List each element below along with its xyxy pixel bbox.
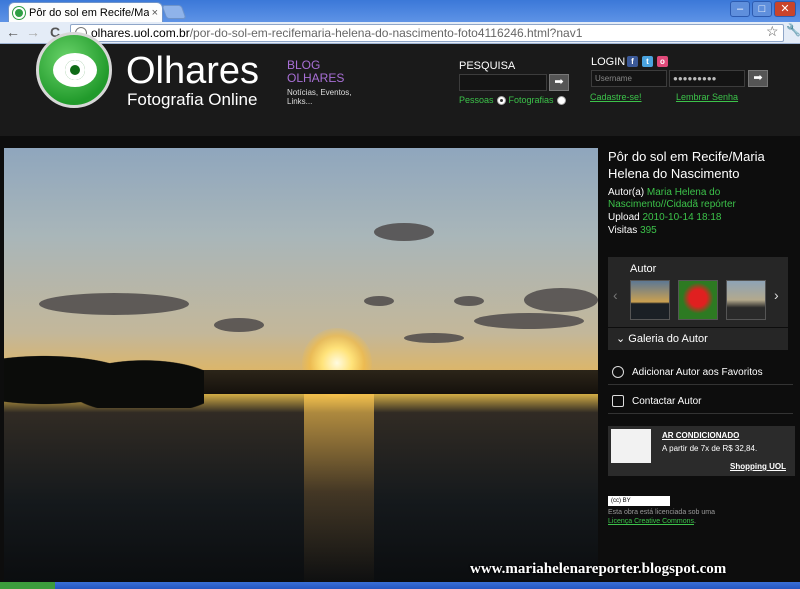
upload-label: Upload: [608, 212, 640, 223]
upload-date: 2010-10-14 18:18: [642, 212, 722, 223]
brand-tagline: Fotografia Online: [127, 90, 258, 109]
address-bar[interactable]: olhares.uol.com.br/por-do-sol-em-recifem…: [70, 24, 784, 42]
author-gallery-toggle[interactable]: ⌄ Galeria do Autor: [608, 328, 788, 350]
password-field[interactable]: ●●●●●●●●●: [669, 70, 745, 87]
olhares-logo-icon[interactable]: [36, 32, 112, 108]
browser-tab[interactable]: Pôr do sol em Recife/Maria Hel ×: [8, 2, 163, 22]
radio-pessoas-label: Pessoas: [459, 95, 494, 105]
favicon-icon: [13, 6, 25, 19]
page-content: Olhares Fotografia Online BLOG OLHARES N…: [0, 32, 800, 589]
next-arrow-icon[interactable]: ›: [774, 287, 779, 303]
watermark-text: www.mariahelenareporter.blogspot.com: [470, 561, 727, 577]
url-path: /por-do-sol-em-recifemaria-helena-do-nas…: [189, 26, 583, 40]
radio-pessoas[interactable]: [496, 95, 506, 105]
eye-icon: [53, 53, 97, 87]
visits-label: Visitas: [608, 225, 638, 236]
site-header: Olhares Fotografia Online BLOG OLHARES N…: [0, 32, 800, 136]
add-favorite-label: Adicionar Autor aos Favoritos: [632, 367, 763, 378]
taskbar: [0, 582, 800, 589]
license-period: .: [693, 518, 696, 525]
new-tab-button[interactable]: [161, 5, 187, 19]
search-go-button[interactable]: ➡: [549, 74, 569, 91]
add-user-icon: [612, 366, 624, 378]
cloud: [474, 313, 584, 329]
gallery-label: Galeria do Autor: [628, 333, 708, 345]
license-description: Esta obra está licenciada sob uma: [608, 509, 716, 516]
license-link[interactable]: Licença Creative Commons: [608, 518, 694, 525]
radio-fotografias-label: Fotografias: [508, 95, 554, 105]
tab-title: Pôr do sol em Recife/Maria Hel: [29, 6, 149, 19]
visits-count: 395: [640, 225, 657, 236]
upload-line: Upload 2010-10-14 18:18: [608, 212, 721, 224]
add-favorite-author-button[interactable]: Adicionar Autor aos Favoritos: [608, 361, 793, 385]
cloud: [39, 293, 189, 315]
main-photo[interactable]: [4, 148, 598, 589]
window-controls: – □ ✕: [730, 1, 796, 17]
screen: Pôr do sol em Recife/Maria Hel × – □ ✕ ←…: [0, 0, 800, 589]
bookmark-star-icon[interactable]: ☆: [766, 23, 779, 40]
username-field[interactable]: Username: [591, 70, 667, 87]
social-icon[interactable]: o: [657, 56, 668, 67]
search-type-options: Pessoas Fotografias: [459, 95, 566, 105]
author-thumbnails: Autor ‹ ›: [608, 257, 788, 327]
license-text: Esta obra está licenciada sob uma Licenç…: [608, 508, 728, 526]
twitter-icon[interactable]: t: [642, 56, 653, 67]
signup-link[interactable]: Cadastre-se!: [590, 92, 642, 102]
blog-subtitle: Notícias, Eventos, Links...: [287, 88, 352, 106]
brand-name[interactable]: Olhares: [126, 50, 259, 93]
wrench-icon[interactable]: 🔧: [786, 23, 800, 37]
back-button[interactable]: ←: [4, 24, 22, 40]
search-input[interactable]: [459, 74, 547, 91]
cloud: [454, 296, 484, 306]
forgot-password-link[interactable]: Lembrar Senha: [676, 92, 738, 102]
sun-reflection: [304, 394, 374, 589]
url-host: olhares.uol.com.br: [91, 26, 190, 40]
facebook-icon[interactable]: f: [627, 56, 638, 67]
prev-arrow-icon[interactable]: ‹: [613, 287, 618, 303]
close-window-button[interactable]: ✕: [774, 1, 796, 17]
cc-license-badge[interactable]: (cc) BY: [608, 496, 670, 506]
login-go-button[interactable]: ➡: [748, 70, 768, 87]
browser-toolbar: ← → C olhares.uol.com.br/por-do-sol-em-r…: [0, 22, 800, 44]
maximize-button[interactable]: □: [752, 1, 772, 17]
minimize-button[interactable]: –: [730, 1, 750, 17]
cloud: [374, 223, 434, 241]
ad-shop-link[interactable]: Shopping UOL: [730, 462, 786, 471]
author-label: Autor(a): [608, 187, 645, 198]
cloud: [214, 318, 264, 332]
contact-author-button[interactable]: Contactar Autor: [608, 390, 793, 414]
envelope-icon: [612, 395, 624, 407]
trees: [4, 338, 204, 408]
visits-line: Visitas 395: [608, 225, 657, 237]
photo-title: Pôr do sol em Recife/Maria Helena do Nas…: [608, 149, 765, 181]
advertisement[interactable]: AR CONDICIONADO A partir de 7x de R$ 32,…: [608, 426, 795, 476]
cloud: [364, 296, 394, 306]
forward-button[interactable]: →: [24, 24, 42, 40]
author-thumbnail[interactable]: [726, 280, 766, 320]
author-thumbnail[interactable]: [630, 280, 670, 320]
search-label: PESQUISA: [459, 60, 516, 72]
blog-line2: OLHARES: [287, 71, 345, 85]
blog-link[interactable]: BLOG OLHARES: [287, 59, 344, 85]
login-label: LOGIN: [591, 56, 626, 68]
ad-title[interactable]: AR CONDICIONADO: [662, 431, 739, 440]
start-button[interactable]: [0, 582, 55, 589]
cloud: [404, 333, 464, 343]
cloud: [524, 288, 598, 312]
chevron-down-icon: ⌄: [616, 333, 626, 345]
author-thumbnail[interactable]: [678, 280, 718, 320]
radio-fotografias[interactable]: [556, 95, 566, 105]
tab-close-icon[interactable]: ×: [152, 7, 158, 19]
ad-product-image: [611, 429, 651, 463]
autor-label: Autor: [630, 263, 657, 275]
ad-price: A partir de 7x de R$ 32,84.: [662, 444, 758, 453]
browser-titlebar: Pôr do sol em Recife/Maria Hel × – □ ✕: [0, 0, 800, 22]
contact-label: Contactar Autor: [632, 396, 702, 407]
author-line: Autor(a) Maria Helena do Nascimento//Cid…: [608, 187, 738, 211]
